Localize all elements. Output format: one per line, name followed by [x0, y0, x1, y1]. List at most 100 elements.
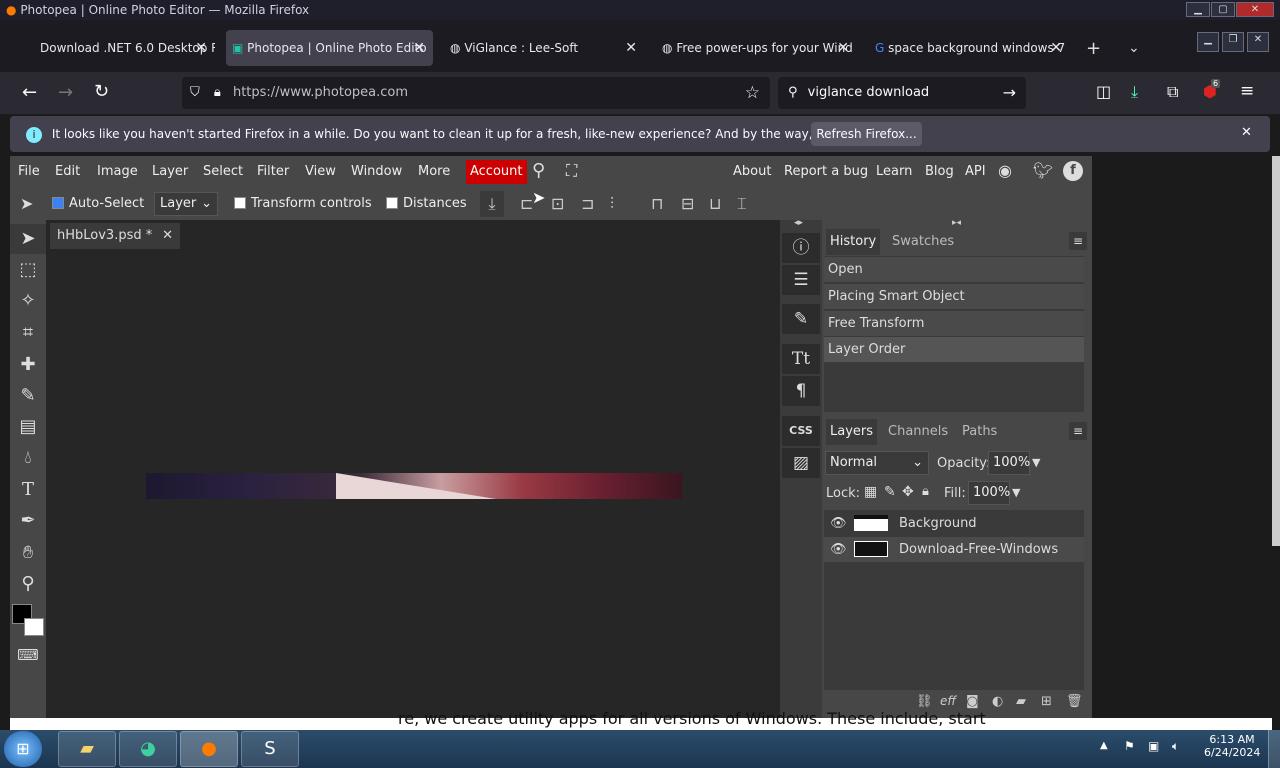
show-desktop-button[interactable]: [1268, 730, 1280, 768]
align-bottom-icon[interactable]: ⊔: [709, 194, 721, 213]
history-item[interactable]: Open: [824, 257, 1084, 282]
extensions-icon[interactable]: ⧉: [1167, 82, 1178, 102]
character-icon[interactable]: Tt: [782, 344, 820, 374]
align-right-icon[interactable]: ⊐: [581, 194, 594, 213]
history-item[interactable]: Placing Smart Object: [824, 284, 1084, 309]
brush-icon[interactable]: ✎: [782, 304, 820, 334]
magic-wand-icon[interactable]: ✧: [10, 286, 46, 316]
blend-mode-dropdown[interactable]: Normal ⌄: [825, 451, 929, 475]
tab-paths[interactable]: Paths: [962, 419, 997, 445]
chevron-down-icon[interactable]: ⌄: [1128, 40, 1140, 56]
minimize-icon[interactable]: ▁: [1197, 32, 1219, 52]
close-icon[interactable]: ✕: [1050, 30, 1062, 66]
start-button[interactable]: ⊞: [4, 731, 42, 767]
flag-icon[interactable]: ⚑: [1124, 739, 1135, 753]
new-layer-icon[interactable]: ⊞: [1041, 694, 1052, 709]
menu-layer[interactable]: Layer: [152, 156, 188, 188]
info-icon[interactable]: ⓘ: [782, 233, 820, 263]
download-icon[interactable]: ⤓: [1131, 82, 1138, 102]
tab-dotnet[interactable]: Download .NET 6.0 Desktop R ✕: [30, 30, 215, 66]
layer-select-dropdown[interactable]: Layer ⌄: [154, 192, 218, 216]
background-color-swatch[interactable]: [24, 618, 44, 636]
adjustment-layer-icon[interactable]: ◐: [992, 694, 1003, 709]
reload-icon[interactable]: ↻: [94, 81, 109, 102]
distribute-horizontal-icon[interactable]: ⌶: [737, 194, 747, 214]
crop-tool-icon[interactable]: ⌗: [10, 318, 46, 348]
expand-arrows-icon[interactable]: ◂▸: [794, 218, 803, 228]
menu-report-bug[interactable]: Report a bug: [784, 156, 868, 188]
close-icon[interactable]: ✕: [195, 30, 207, 66]
viglance-taskbar-icon[interactable]: ◕: [119, 731, 177, 767]
lock-all-icon[interactable]: 🔒︎: [922, 484, 929, 499]
align-middle-icon[interactable]: ⊟: [681, 194, 694, 213]
auto-select-checkbox[interactable]: Auto-Select: [52, 196, 144, 211]
keyboard-icon[interactable]: ⌨: [10, 640, 46, 670]
app-taskbar-icon[interactable]: S: [241, 731, 299, 767]
close-icon[interactable]: ✕: [625, 30, 637, 66]
css-icon[interactable]: CSS: [782, 416, 820, 446]
clock[interactable]: 6:13 AM 6/24/2024: [1204, 733, 1260, 759]
eye-icon[interactable]: 👁︎: [830, 537, 847, 562]
caret-down-icon[interactable]: ▼: [1012, 486, 1020, 499]
explorer-taskbar-icon[interactable]: ▰: [58, 731, 116, 767]
caret-down-icon[interactable]: ▼: [1032, 456, 1040, 469]
effects-icon[interactable]: eff: [940, 694, 956, 708]
history-item[interactable]: Layer Order: [824, 337, 1084, 362]
menu-edit[interactable]: Edit: [55, 156, 80, 188]
panel-menu-icon[interactable]: ≡: [1069, 232, 1087, 250]
marquee-tool-icon[interactable]: ⬚: [10, 255, 46, 285]
zoom-tool-icon[interactable]: ⚲: [10, 569, 46, 599]
panel-menu-icon[interactable]: ≡: [1069, 422, 1087, 440]
tab-viglance[interactable]: ◍ ViGlance : Lee-Soft ✕: [440, 30, 645, 66]
lock-paint-icon[interactable]: ✎: [884, 484, 896, 500]
facebook-icon[interactable]: f: [1063, 161, 1083, 181]
menu-window[interactable]: Window: [351, 156, 402, 188]
new-tab-icon[interactable]: +: [1086, 38, 1101, 59]
tray-chevron-icon[interactable]: ▲: [1100, 740, 1108, 751]
blur-tool-icon[interactable]: 💧︎: [10, 443, 46, 473]
download-icon[interactable]: ⤓: [480, 191, 504, 217]
fullscreen-icon[interactable]: ⛶: [566, 161, 577, 181]
menu-api[interactable]: API: [965, 156, 986, 188]
eye-icon[interactable]: 👁︎: [830, 511, 847, 536]
align-top-icon[interactable]: ⊓: [651, 194, 663, 213]
search-bar[interactable]: ⚲ viglance download →: [778, 77, 1026, 109]
opacity-input[interactable]: 100%: [988, 451, 1030, 475]
page-scrollbar[interactable]: [1272, 156, 1280, 546]
close-icon[interactable]: ✕: [413, 30, 425, 66]
adjustments-icon[interactable]: ☰: [782, 265, 820, 295]
network-icon[interactable]: ▣: [1148, 739, 1159, 753]
tab-photopea[interactable]: ▣ Photopea | Online Photo Edito ✕: [226, 30, 433, 66]
reddit-icon[interactable]: ◉: [998, 161, 1012, 180]
pocket-icon[interactable]: ◫: [1096, 82, 1111, 101]
layer-row-download-free-windows[interactable]: 👁︎ Download-Free-Windows: [824, 537, 1084, 562]
paragraph-icon[interactable]: ¶: [782, 376, 820, 406]
healing-brush-icon[interactable]: ✚: [10, 350, 46, 380]
back-arrow-icon[interactable]: ←: [22, 82, 37, 103]
menu-blog[interactable]: Blog: [925, 156, 954, 188]
layer-row-background[interactable]: 👁︎ Background: [824, 511, 1084, 536]
menu-more[interactable]: More: [418, 156, 450, 188]
tab-channels[interactable]: Channels: [888, 419, 948, 445]
move-tool-icon[interactable]: ➤: [10, 224, 46, 254]
move-tool-icon[interactable]: ➤: [20, 194, 33, 213]
hamburger-menu-icon[interactable]: ≡: [1240, 81, 1254, 101]
link-layers-icon[interactable]: ⛓: [916, 694, 933, 709]
close-icon[interactable]: ✕: [837, 30, 849, 66]
document-tab[interactable]: hHbLov3.psd * ✕: [50, 223, 180, 249]
hand-tool-icon[interactable]: ✋︎: [10, 538, 46, 568]
maximize-window-button[interactable]: ▢: [1211, 2, 1235, 17]
menu-view[interactable]: View: [305, 156, 336, 188]
search-icon[interactable]: ⚲: [532, 160, 545, 181]
menu-select[interactable]: Select: [203, 156, 243, 188]
distribute-icon[interactable]: ⫶: [610, 194, 614, 214]
tab-powerups[interactable]: ◍ Free power-ups for your Wind ✕: [652, 30, 857, 66]
url-bar[interactable]: ⛉ 🔒︎ https://www.photopea.com ☆: [182, 77, 770, 109]
minimize-window-button[interactable]: ▁: [1186, 2, 1210, 17]
lock-move-icon[interactable]: ✥: [902, 484, 914, 500]
menu-learn[interactable]: Learn: [876, 156, 912, 188]
refresh-firefox-button[interactable]: Refresh Firefox...: [811, 122, 922, 146]
close-icon[interactable]: ✕: [162, 223, 173, 249]
firefox-taskbar-icon[interactable]: ●: [180, 731, 238, 767]
twitter-icon[interactable]: 🐦︎: [1033, 161, 1053, 180]
